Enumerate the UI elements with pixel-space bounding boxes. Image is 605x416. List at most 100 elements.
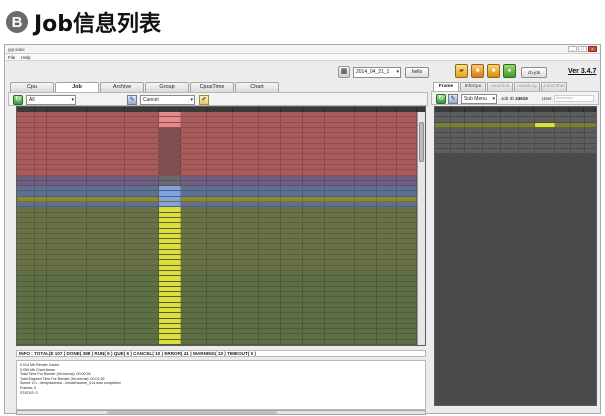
- table-cell: [303, 207, 325, 212]
- table-cell: [519, 122, 535, 127]
- table-cell: [397, 297, 417, 302]
- tab-headjob[interactable]: HeadJob: [487, 82, 513, 91]
- tab-cpu[interactable]: Cpu: [10, 82, 54, 92]
- frame-toolbar: ↻ ✎ Sub Menu ▾ Job ID 43619 User renderf…: [431, 91, 599, 105]
- table-cell: [17, 164, 35, 170]
- job-table: [16, 106, 426, 346]
- table-cell: [555, 143, 571, 149]
- scroll-thumb[interactable]: [107, 411, 277, 414]
- job-table-scrollbar[interactable]: [417, 112, 425, 345]
- table-cell: [325, 186, 355, 191]
- tab-archive[interactable]: Archive: [100, 82, 144, 92]
- log-hscrollbar[interactable]: [16, 410, 426, 415]
- table-cell: [397, 112, 417, 117]
- tab-group[interactable]: Group: [145, 82, 189, 92]
- table-row[interactable]: [17, 339, 419, 345]
- scroll-thumb[interactable]: [419, 122, 424, 162]
- table-cell: [377, 133, 397, 138]
- table-cell: [397, 313, 417, 318]
- table-cell: [159, 244, 181, 249]
- box-icon[interactable]: ■: [471, 64, 484, 78]
- table-cell: [281, 122, 303, 127]
- pen-icon[interactable]: ✎: [448, 94, 458, 104]
- sub-menu-select[interactable]: Sub Menu ▾: [461, 94, 497, 104]
- action-select[interactable]: Cancel ▾: [140, 95, 195, 105]
- table-cell: [325, 255, 355, 260]
- table-cell: [207, 302, 233, 307]
- menu-file[interactable]: File: [8, 55, 15, 60]
- hello-button[interactable]: hello: [405, 67, 429, 78]
- main-toolbar: ▦ 2014_04_21_1 ▾ hello ▰ ■ ■ ● cb-job Ve…: [5, 62, 600, 82]
- tab-headlog[interactable]: HeadLog: [514, 82, 540, 91]
- table-cell: [281, 154, 303, 159]
- table-cell: [281, 186, 303, 191]
- table-cell: [355, 228, 377, 233]
- table-row[interactable]: [435, 149, 596, 155]
- tab-frame[interactable]: Frame: [433, 82, 459, 91]
- date-select[interactable]: 2014_04_21_1 ▾: [353, 67, 401, 78]
- user-field[interactable]: renderfarm: [554, 95, 594, 102]
- table-cell: [397, 260, 417, 265]
- maximize-button[interactable]: □: [578, 46, 587, 52]
- table-cell: [47, 154, 87, 159]
- table-cell: [17, 202, 35, 207]
- table-cell: [233, 212, 259, 217]
- table-cell: [47, 270, 87, 276]
- table-cell: [281, 286, 303, 292]
- pen-icon[interactable]: ✎: [127, 95, 137, 105]
- table-cell: [483, 149, 501, 154]
- table-cell: [35, 122, 47, 127]
- table-cell: [207, 281, 233, 286]
- table-cell: [207, 249, 233, 255]
- user-label: User: [542, 96, 552, 101]
- tab-job[interactable]: Job: [55, 82, 99, 92]
- folder-icon[interactable]: ▰: [455, 64, 468, 78]
- close-button[interactable]: x: [588, 46, 597, 52]
- refresh-icon[interactable]: ↻: [436, 94, 446, 104]
- minimize-button[interactable]: _: [568, 46, 577, 52]
- table-cell: [377, 223, 397, 228]
- cb-job-button[interactable]: cb-job: [521, 67, 547, 78]
- table-cell: [87, 154, 125, 159]
- refresh-icon[interactable]: ↻: [13, 95, 23, 105]
- table-cell: [303, 164, 325, 170]
- calendar-icon[interactable]: ▦: [338, 66, 350, 78]
- status-filter-select[interactable]: All ▾: [26, 95, 76, 105]
- table-cell: [281, 318, 303, 323]
- table-cell: [281, 112, 303, 117]
- table-cell: [87, 175, 125, 180]
- package-icon[interactable]: ■: [487, 64, 500, 78]
- table-cell: [181, 292, 207, 297]
- table-cell: [377, 276, 397, 281]
- table-cell: [281, 117, 303, 122]
- tab-cpustime[interactable]: CpusTime: [190, 82, 234, 92]
- table-cell: [17, 154, 35, 159]
- table-cell: [281, 180, 303, 186]
- table-cell: [125, 302, 159, 307]
- table-cell: [259, 223, 281, 228]
- edit-icon[interactable]: ✐: [199, 95, 209, 105]
- tab-chart[interactable]: Chart: [235, 82, 279, 92]
- table-cell: [377, 307, 397, 313]
- table-cell: [233, 217, 259, 223]
- table-cell: [465, 127, 483, 133]
- table-cell: [555, 117, 571, 122]
- table-cell: [87, 170, 125, 175]
- table-cell: [281, 170, 303, 175]
- table-cell: [325, 286, 355, 292]
- table-cell: [259, 186, 281, 191]
- table-cell: [377, 313, 397, 318]
- table-cell: [501, 133, 519, 138]
- table-cell: [259, 276, 281, 281]
- table-cell: [181, 159, 207, 164]
- table-cell: [35, 239, 47, 244]
- tab-infocpu[interactable]: InfoCpu: [460, 82, 486, 91]
- job-id-value: 43619: [515, 96, 528, 101]
- tab-jobsother[interactable]: JobsOther: [541, 82, 567, 91]
- menu-help[interactable]: Help: [21, 55, 30, 60]
- table-cell: [207, 339, 233, 345]
- globe-icon[interactable]: ●: [503, 64, 516, 78]
- table-cell: [483, 143, 501, 149]
- table-cell: [17, 233, 35, 239]
- table-cell: [325, 339, 355, 345]
